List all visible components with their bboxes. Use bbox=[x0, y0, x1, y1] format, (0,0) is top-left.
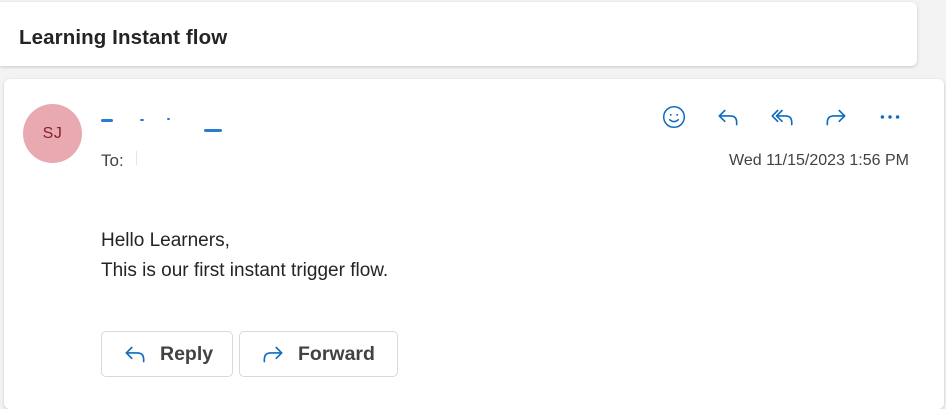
sender-name[interactable] bbox=[101, 107, 231, 133]
reply-button[interactable]: Reply bbox=[101, 331, 233, 377]
reply-button-label: Reply bbox=[160, 342, 214, 365]
message-body: Hello Learners, This is our first instan… bbox=[101, 226, 388, 286]
emoji-reaction-button[interactable] bbox=[647, 101, 701, 133]
reply-action-button[interactable] bbox=[701, 101, 755, 133]
sender-name-redacted-mark bbox=[167, 118, 170, 120]
message-body-line: This is our first instant trigger flow. bbox=[101, 260, 389, 281]
recipient-field[interactable] bbox=[136, 151, 141, 165]
timestamp: Wed 11/15/2023 1:56 PM bbox=[729, 152, 909, 169]
message-card: SJ To: Wed 11/15/2023 1:56 PM Hello Lear… bbox=[4, 79, 944, 409]
reply-all-action-button[interactable] bbox=[755, 101, 809, 133]
more-icon bbox=[880, 115, 900, 119]
avatar[interactable]: SJ bbox=[23, 104, 82, 163]
reply-all-icon bbox=[771, 109, 793, 126]
message-body-line: Hello Learners, bbox=[101, 230, 230, 251]
sender-name-redacted-mark bbox=[140, 119, 144, 121]
forward-button-label: Forward bbox=[298, 342, 375, 365]
subject-header: Learning Instant flow bbox=[0, 2, 917, 66]
more-actions-button[interactable] bbox=[863, 101, 917, 133]
reply-icon bbox=[125, 346, 145, 363]
subject-title: Learning Instant flow bbox=[19, 26, 228, 49]
to-label: To: bbox=[101, 151, 124, 170]
avatar-initials: SJ bbox=[42, 124, 63, 142]
sender-name-redacted-mark bbox=[101, 119, 113, 122]
forward-icon bbox=[263, 346, 283, 363]
message-actions-toolbar bbox=[647, 101, 917, 133]
forward-button[interactable]: Forward bbox=[239, 331, 398, 377]
reply-icon bbox=[718, 109, 738, 126]
sender-name-redacted-mark bbox=[204, 129, 222, 132]
forward-icon bbox=[826, 109, 846, 126]
forward-action-button[interactable] bbox=[809, 101, 863, 133]
emoji-icon bbox=[662, 105, 686, 129]
